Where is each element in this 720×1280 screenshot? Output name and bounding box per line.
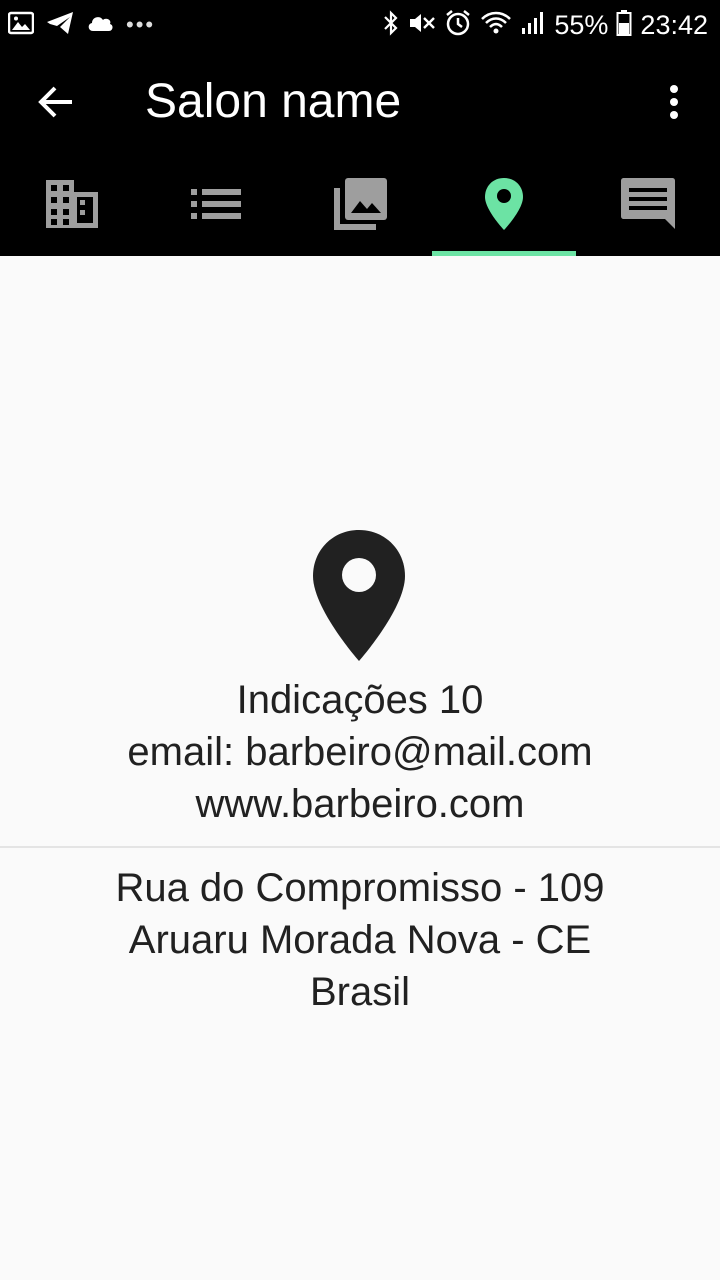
location-pin-icon [312, 529, 406, 667]
cloud-icon [86, 13, 114, 38]
website-link[interactable]: www.barbeiro.com [0, 778, 720, 830]
salon-details: Indicações 10 email: barbeiro@mail.com w… [0, 674, 720, 830]
battery-percentage: 55% [554, 9, 609, 40]
arrow-back-icon [38, 85, 74, 124]
building-icon [44, 178, 100, 235]
address-country: Brasil [309, 970, 411, 1014]
telegram-icon [46, 11, 74, 40]
page-title: Salon name [145, 75, 402, 128]
tab-business-info[interactable] [0, 160, 144, 256]
status-bar-notifications: ••• [7, 11, 156, 40]
location-content: Indicações 10 email: barbeiro@mail.com w… [0, 256, 720, 1280]
clock: 23:42 [640, 9, 708, 40]
alarm-icon [444, 9, 472, 42]
tab-reviews[interactable] [576, 160, 720, 256]
signal-icon [520, 10, 546, 41]
divider [0, 846, 720, 848]
tab-location[interactable] [432, 160, 576, 256]
more-notifications-icon: ••• [126, 12, 156, 37]
location-pin-icon [483, 176, 525, 237]
wifi-icon [480, 10, 512, 41]
tab-services-list[interactable] [144, 160, 288, 256]
mute-icon [408, 10, 436, 41]
status-bar: ••• 55% 23:42 [0, 0, 720, 50]
more-vert-icon [668, 84, 680, 125]
app-bar: Salon name [0, 50, 720, 160]
indications-count: Indicações 10 [236, 678, 484, 722]
back-button[interactable] [30, 78, 82, 130]
overflow-menu-button[interactable] [654, 78, 694, 130]
chat-icon [619, 176, 677, 237]
list-icon [189, 187, 243, 226]
bluetooth-icon [382, 9, 400, 41]
battery-icon [616, 9, 632, 42]
image-icon [7, 11, 35, 40]
photo-library-icon [331, 175, 389, 238]
address-block: Rua do Compromisso - 109 Aruaru Morada N… [0, 862, 720, 1018]
email-text[interactable]: email: barbeiro@mail.com [0, 726, 720, 778]
tab-gallery[interactable] [288, 160, 432, 256]
address-street: Rua do Compromisso - 109 [115, 866, 605, 910]
status-bar-system: 55% 23:42 [382, 9, 708, 42]
tab-bar [0, 160, 720, 256]
address-city: Aruaru Morada Nova - CE [128, 918, 592, 962]
